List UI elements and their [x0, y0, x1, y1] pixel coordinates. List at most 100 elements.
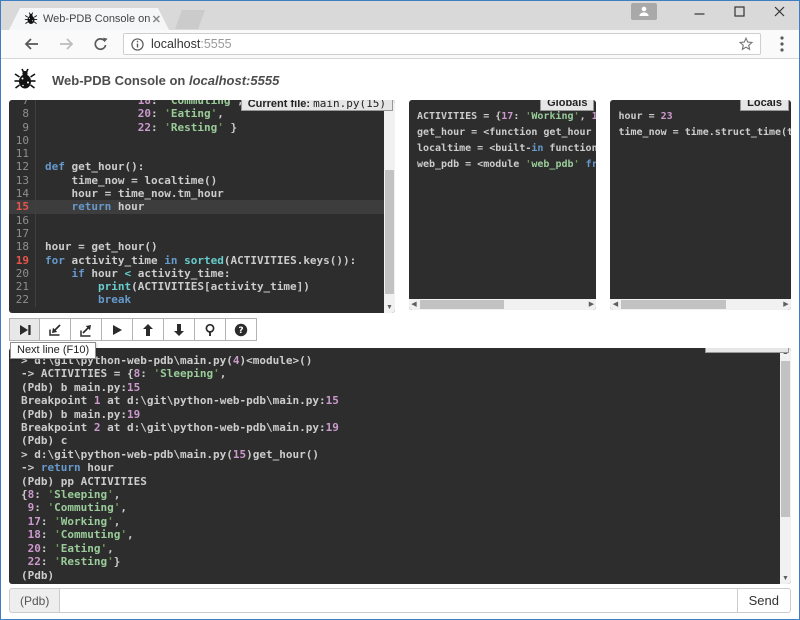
- line-number: 15: [9, 200, 36, 213]
- globals-scrollbar: ◀ ▶: [409, 299, 597, 310]
- scroll-left-icon[interactable]: ◀: [409, 299, 419, 310]
- current-file-panel: Current file: main.py(15) 7 18: 'Commuti…: [9, 100, 395, 313]
- info-icon[interactable]: [131, 38, 144, 51]
- scroll-right-icon[interactable]: ▶: [781, 299, 791, 310]
- code-line: 19for activity_time in sorted(ACTIVITIES…: [9, 254, 395, 267]
- tab-title: Web-PDB Console on localhost:5555: [43, 13, 150, 25]
- code-line: 15 return hour: [9, 200, 395, 213]
- star-icon[interactable]: [739, 37, 753, 51]
- toolbar-step-into-button[interactable]: [40, 318, 71, 341]
- toolbar-next-line-button[interactable]: [9, 318, 40, 341]
- debug-toolbar: ?: [9, 318, 799, 341]
- browser-window: Web-PDB Console on localhost:5555 ✕: [0, 0, 800, 620]
- pdb-command-input[interactable]: [59, 588, 737, 613]
- tooltip: Next line (F10): [10, 342, 96, 359]
- code-line: 20 if hour < activity_time:: [9, 267, 395, 280]
- line-number: 9: [9, 121, 36, 134]
- locals-scrollbar-thumb[interactable]: [621, 300, 726, 309]
- code-line: 9 22: 'Resting' }: [9, 121, 395, 134]
- maximize-icon[interactable]: [719, 1, 759, 21]
- refresh-icon[interactable]: [87, 37, 113, 52]
- tab-close-icon[interactable]: ✕: [152, 13, 161, 26]
- code-line: 11: [9, 147, 395, 160]
- line-number: 20: [9, 267, 36, 280]
- toolbar-stack-down-button[interactable]: [164, 318, 195, 341]
- code-line: web_pdb = <module 'web_pdb' from ': [417, 157, 589, 173]
- forward-arrow-icon[interactable]: [53, 37, 79, 51]
- code-line: ACTIVITIES = {17: 'Working', 18: ': [417, 109, 589, 125]
- code-line: 17: 'Working',: [21, 515, 779, 528]
- globals-scrollbar-thumb[interactable]: [420, 300, 504, 309]
- console-scrollbar: ▲ ▼: [780, 348, 791, 584]
- url-bar[interactable]: localhost:5555: [123, 33, 761, 55]
- step-into-icon: [48, 323, 62, 337]
- scroll-down-icon[interactable]: ▼: [780, 574, 791, 584]
- line-number: 8: [9, 107, 36, 120]
- code-line: 16: [9, 214, 395, 227]
- window-close-icon[interactable]: [759, 1, 799, 21]
- code-line: 10: [9, 134, 395, 147]
- toolbar-help-button[interactable]: ?: [226, 318, 257, 341]
- locals-panel: Locals hour = 23time_now = time.struct_t…: [610, 100, 791, 310]
- arrow-up-icon: [141, 323, 155, 337]
- code-line: (Pdb) c: [21, 434, 779, 447]
- code-line: 9: 'Commuting',: [21, 501, 779, 514]
- code-line: time_now = time.struct_time(tm_yea: [618, 125, 783, 141]
- browser-titlebar: Web-PDB Console on localhost:5555 ✕: [1, 1, 799, 30]
- toolbar-continue-button[interactable]: [102, 318, 133, 341]
- code-line: (Pdb) b main.py:19: [21, 408, 779, 421]
- pdb-prompt-addon: (Pdb): [9, 588, 59, 613]
- code-line: > d:\git\python-web-pdb\main.py(15)get_h…: [21, 448, 779, 461]
- kebab-menu-icon[interactable]: [769, 36, 795, 52]
- current-file-label: Current file: main.py(15): [241, 100, 393, 111]
- code-line: 14 hour = time_now.tm_hour: [9, 187, 395, 200]
- browser-url-toolbar: localhost:5555: [1, 30, 799, 59]
- toolbar-stack-up-button[interactable]: [133, 318, 164, 341]
- person-icon[interactable]: [631, 3, 657, 20]
- code-line: Breakpoint 1 at d:\git\python-web-pdb\ma…: [21, 394, 779, 407]
- toolbar-where-button[interactable]: [195, 318, 226, 341]
- bug-icon: [13, 68, 37, 92]
- code-line: 21 print(ACTIVITIES[activity_time]): [9, 280, 395, 293]
- code-line: -> return hour: [21, 461, 779, 474]
- globals-content: ACTIVITIES = {17: 'Working', 18: 'get_ho…: [409, 100, 597, 182]
- line-number: 18: [9, 240, 36, 253]
- line-number: 21: [9, 280, 36, 293]
- send-button[interactable]: Send: [738, 588, 791, 613]
- command-input-bar: (Pdb) Send: [9, 588, 791, 613]
- new-tab-button[interactable]: [175, 10, 205, 29]
- editor-scrollbar-thumb[interactable]: [385, 170, 394, 294]
- code-line: 13 time_now = localtime(): [9, 174, 395, 187]
- app-header: Web-PDB Console on localhost:5555: [1, 59, 799, 100]
- code-line: get_hour = <function get_hour at 0: [417, 125, 589, 141]
- browser-tab[interactable]: Web-PDB Console on localhost:5555 ✕: [9, 8, 169, 30]
- bug-icon: [24, 12, 38, 26]
- minimize-icon[interactable]: [679, 1, 719, 21]
- code-line: Breakpoint 2 at d:\git\python-web-pdb\ma…: [21, 421, 779, 434]
- code-line: 20: 'Eating',: [21, 542, 779, 555]
- pdb-console-label: PDB Console: [705, 348, 789, 353]
- step-out-icon: [79, 323, 93, 337]
- code-editor[interactable]: 7 18: 'Commuting',8 20: 'Eating',9 22: '…: [9, 100, 395, 307]
- scroll-right-icon[interactable]: ▶: [586, 299, 596, 310]
- scroll-left-icon[interactable]: ◀: [610, 299, 620, 310]
- back-arrow-icon[interactable]: [19, 37, 45, 51]
- line-number: 14: [9, 187, 36, 200]
- scroll-down-icon[interactable]: ▼: [384, 303, 395, 313]
- code-line: 17: [9, 227, 395, 240]
- page-title: Web-PDB Console on localhost:5555: [52, 73, 279, 88]
- code-line: hour = 23: [618, 109, 783, 125]
- code-line: 22 break: [9, 293, 395, 306]
- line-number: 17: [9, 227, 36, 240]
- code-line: > d:\git\python-web-pdb\main.py(4)<modul…: [21, 354, 779, 367]
- line-number: 12: [9, 160, 36, 173]
- pdb-console-output[interactable]: > d:\git\python-web-pdb\main.py(4)<modul…: [9, 348, 791, 584]
- pdb-console-panel: PDB Console > d:\git\python-web-pdb\main…: [9, 348, 791, 584]
- code-line: 18hour = get_hour(): [9, 240, 395, 253]
- toolbar-step-out-button[interactable]: [71, 318, 102, 341]
- line-number: 22: [9, 293, 36, 306]
- code-line: -> ACTIVITIES = {8: 'Sleeping',: [21, 367, 779, 380]
- step-forward-icon: [18, 323, 32, 337]
- console-scrollbar-thumb[interactable]: [781, 361, 790, 517]
- url-text: localhost:5555: [151, 37, 232, 51]
